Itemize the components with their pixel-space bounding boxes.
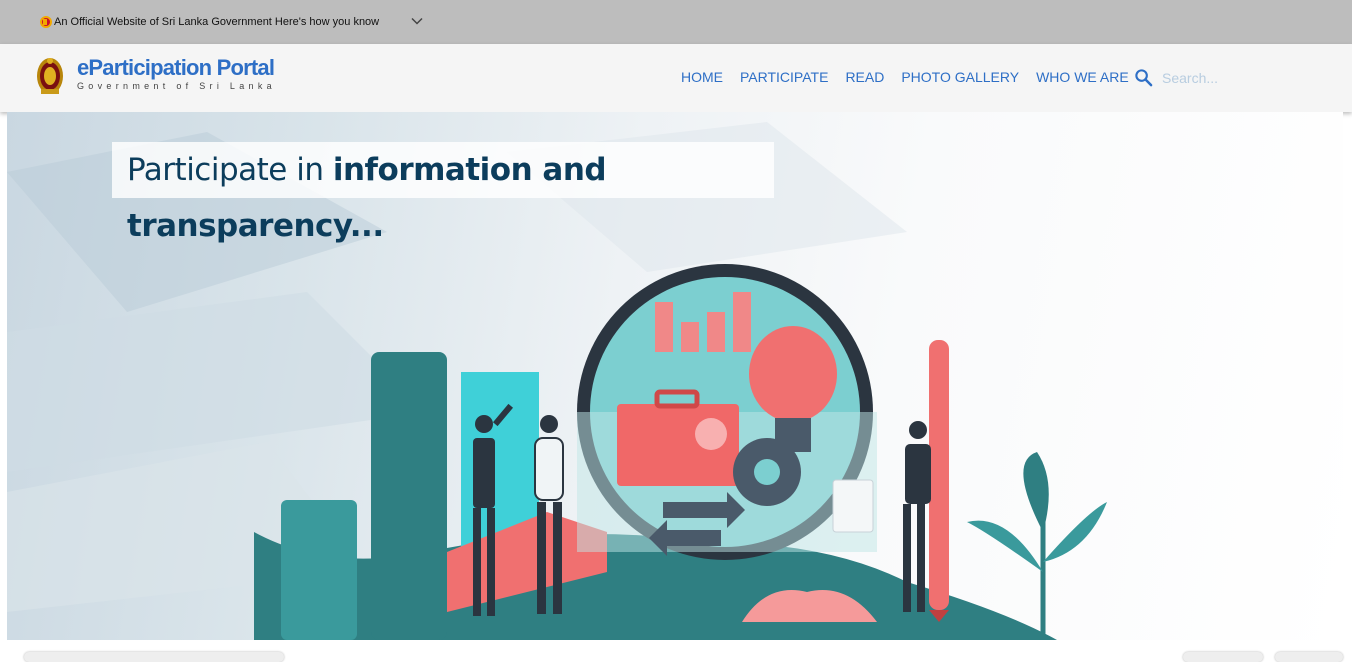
hero-title: Participate in information and transpare… (112, 142, 774, 244)
nav-read[interactable]: READ (845, 69, 884, 85)
nav-participate[interactable]: PARTICIPATE (740, 69, 828, 85)
partial-card-right-2 (1275, 652, 1343, 662)
chevron-down-icon[interactable] (410, 14, 424, 28)
brand[interactable]: eParticipation Portal Government of Sri … (77, 56, 276, 92)
partial-card-left (24, 652, 284, 662)
nav-who-we-are[interactable]: WHO WE ARE (1036, 69, 1129, 85)
bottom-strip (0, 640, 1352, 662)
sri-lanka-emblem-icon[interactable] (36, 56, 64, 96)
site-subtitle: Government of Sri Lanka (77, 81, 276, 91)
search-bar (1134, 68, 1282, 87)
search-input[interactable] (1162, 69, 1282, 86)
main-nav: HOME PARTICIPATE READ PHOTO GALLERY WHO … (681, 69, 1129, 85)
nav-photo-gallery[interactable]: PHOTO GALLERY (901, 69, 1019, 85)
gov-banner-text: An Official Website of Sri Lanka Governm… (54, 16, 380, 28)
search-icon[interactable] (1134, 68, 1153, 87)
gov-banner: An Official Website of Sri Lanka Governm… (0, 0, 1352, 44)
hero-banner: Participate in information and transpare… (7, 112, 1343, 640)
partial-card-right-1 (1183, 652, 1263, 662)
nav-home[interactable]: HOME (681, 69, 723, 85)
site-header: eParticipation Portal Government of Sri … (0, 44, 1352, 112)
sri-lanka-flag-icon (40, 16, 52, 28)
site-title[interactable]: eParticipation Portal (77, 56, 276, 80)
hero-title-prefix: Participate in (127, 152, 333, 188)
